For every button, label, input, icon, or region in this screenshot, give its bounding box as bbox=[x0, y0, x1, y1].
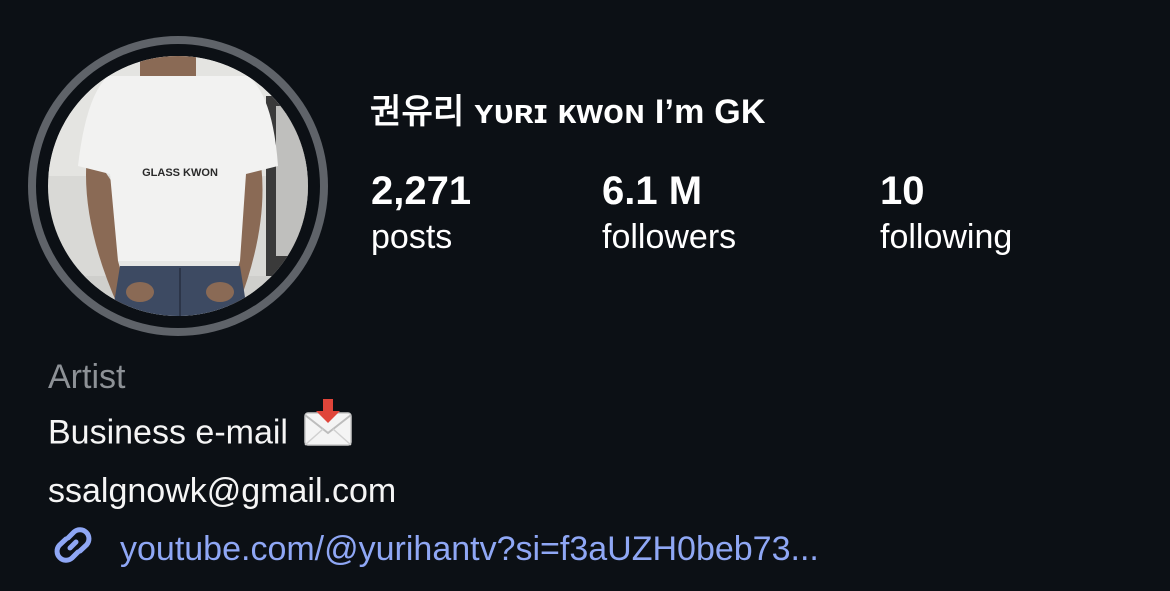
external-link[interactable]: youtube.com/@yurihantv?si=f3aUZH0beb73..… bbox=[48, 520, 819, 579]
followers-stat[interactable]: 6.1 M followers bbox=[602, 168, 736, 257]
bio-business-text: Business e-mail bbox=[48, 413, 288, 452]
link-icon bbox=[48, 520, 98, 579]
display-name: 권유리 ʏᴜʀɪ ᴋᴡᴏɴ I’m GK bbox=[370, 93, 766, 131]
avatar-shirt-text: GLASS KWON bbox=[142, 167, 218, 179]
link-text[interactable]: youtube.com/@yurihantv?si=f3aUZH0beb73..… bbox=[120, 530, 819, 569]
posts-label: posts bbox=[371, 218, 453, 256]
posts-count: 2,271 bbox=[371, 169, 472, 213]
avatar-photo: GLASS KWON bbox=[48, 56, 308, 316]
avatar[interactable]: GLASS KWON bbox=[28, 36, 328, 336]
profile-header: GLASS KWON 권유리 ʏᴜʀɪ ᴋᴡᴏɴ I’m GK 2,271 po… bbox=[0, 0, 1170, 591]
following-label: following bbox=[880, 218, 1013, 256]
avatar-image: GLASS KWON bbox=[48, 56, 308, 316]
category-label: Artist bbox=[48, 358, 126, 396]
bio: Artist Business e-mail ssalgnowk@gmail.c… bbox=[48, 352, 396, 517]
posts-stat[interactable]: 2,271 posts bbox=[371, 168, 471, 257]
bio-line-business: Business e-mail bbox=[48, 399, 396, 466]
envelope-with-arrow-icon bbox=[303, 399, 353, 462]
following-count: 10 bbox=[880, 169, 925, 213]
followers-label: followers bbox=[602, 218, 737, 256]
followers-count: 6.1 M bbox=[602, 169, 703, 213]
bio-email[interactable]: ssalgnowk@gmail.com bbox=[48, 466, 396, 517]
following-stat[interactable]: 10 following bbox=[880, 168, 1012, 257]
